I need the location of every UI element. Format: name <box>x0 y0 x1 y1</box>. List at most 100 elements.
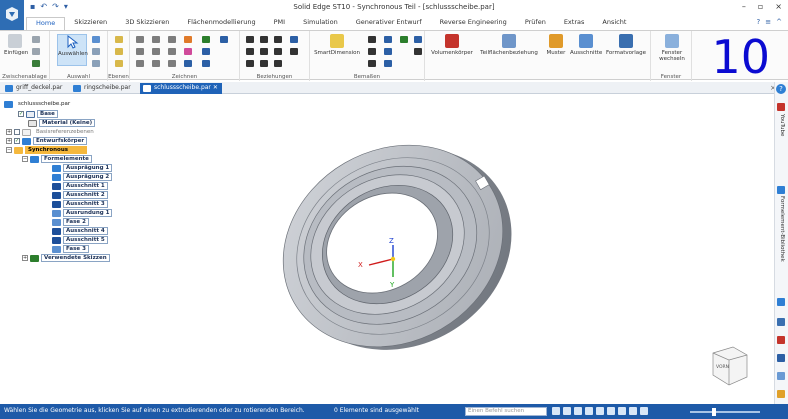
select-button[interactable]: Auswählen <box>57 34 88 66</box>
tab-ansicht[interactable]: Ansicht <box>593 17 635 30</box>
tree-feature-item[interactable]: Fase 2 <box>52 218 89 226</box>
tree-feature-item[interactable]: Fase 3 <box>52 245 89 253</box>
cutouts-button[interactable]: Ausschnitte <box>570 34 602 56</box>
relation-handle-icon[interactable] <box>290 36 298 43</box>
trim-icon[interactable] <box>202 36 210 43</box>
application-button[interactable] <box>0 0 24 30</box>
tree-feature-item[interactable]: Ausschnitt 5 <box>52 236 108 244</box>
command-search-input[interactable]: Einen Befehl suchen <box>465 407 547 416</box>
section-icon[interactable] <box>640 407 648 415</box>
rotate-icon[interactable] <box>202 60 210 67</box>
coincident-plane-icon[interactable] <box>115 48 123 55</box>
render-icon[interactable] <box>777 336 785 344</box>
point-icon[interactable] <box>152 60 160 67</box>
options-icon[interactable]: ≡ <box>765 18 771 26</box>
pattern-button[interactable]: Muster <box>544 34 568 56</box>
sketch-view-icon[interactable] <box>777 390 785 398</box>
rotate-view-icon[interactable] <box>585 407 593 415</box>
expand-toggle[interactable]: + <box>6 129 12 135</box>
expand-toggle[interactable]: + <box>22 255 28 261</box>
view-orientation-icon[interactable] <box>777 372 785 380</box>
smart-dimension-button[interactable]: SmartDimension <box>313 34 361 56</box>
tab-3d-skizzieren[interactable]: 3D Skizzieren <box>116 17 178 30</box>
tab-pruefen[interactable]: Prüfen <box>516 17 555 30</box>
tree-item-material[interactable]: Material (Keine) <box>28 119 96 127</box>
construction-icon[interactable] <box>184 60 192 67</box>
zoom-slider-handle[interactable] <box>712 408 716 416</box>
display-style-icon[interactable] <box>777 354 785 362</box>
symmetric-diameter-icon[interactable] <box>368 48 376 55</box>
expand-toggle[interactable]: + <box>6 138 12 144</box>
minimize-button[interactable]: – <box>742 2 746 11</box>
tree-item-base-refs[interactable]: + Basisreferenzebenen <box>6 128 97 136</box>
visibility-checkbox[interactable] <box>14 129 20 135</box>
fill-icon[interactable] <box>184 36 192 43</box>
part-model[interactable] <box>246 103 548 392</box>
library-icon[interactable] <box>777 186 785 194</box>
copy-icon[interactable] <box>32 48 40 55</box>
format-template-button[interactable]: Formatvorlage <box>604 34 648 56</box>
maximize-button[interactable]: ▫ <box>758 2 763 11</box>
fillet-icon[interactable] <box>168 60 176 67</box>
distance-between-icon[interactable] <box>368 36 376 43</box>
horizontal-vertical-icon[interactable] <box>246 48 254 55</box>
tree-item-used-sketches[interactable]: + Verwendete Skizzen <box>22 254 110 262</box>
tab-reverse-engineering[interactable]: Reverse Engineering <box>431 17 516 30</box>
tree-item-base[interactable]: ✓ Base <box>18 110 58 118</box>
dimension-group-icon[interactable] <box>384 60 392 67</box>
dimension-style-icon[interactable] <box>384 48 392 55</box>
tree-feature-item[interactable]: Ausschnitt 1 <box>52 182 108 190</box>
concentric-icon[interactable] <box>274 36 282 43</box>
face-relations-button[interactable]: Teilflächenbeziehung <box>478 34 540 56</box>
help-icon[interactable]: ? <box>776 84 786 94</box>
select-tools-icon[interactable] <box>92 36 100 43</box>
switch-window-button[interactable]: Fenster wechseln <box>654 34 690 62</box>
line-icon[interactable] <box>136 36 144 43</box>
tree-feature-item[interactable]: Ausschnitt 4 <box>52 227 108 235</box>
tree-feature-item[interactable]: Ausschnitt 2 <box>52 191 108 199</box>
zoom-icon[interactable] <box>563 407 571 415</box>
close-tab-icon[interactable]: ✕ <box>213 84 218 91</box>
close-button[interactable]: × <box>775 2 782 11</box>
parallel-plane-icon[interactable] <box>115 60 123 67</box>
parallel-icon[interactable] <box>274 60 282 67</box>
collapse-toggle[interactable]: − <box>6 147 12 153</box>
doc-tab-schlussscheibe[interactable]: schlussscheibe.par ✕ <box>140 83 222 94</box>
tab-generativer-entwurf[interactable]: Generativer Entwurf <box>347 17 431 30</box>
isometric-icon[interactable] <box>629 407 637 415</box>
views-icon[interactable] <box>618 407 626 415</box>
connect-icon[interactable] <box>246 36 254 43</box>
curve-icon[interactable] <box>168 36 176 43</box>
hide-icon[interactable] <box>92 48 100 55</box>
youtube-icon[interactable] <box>777 103 785 111</box>
pan-icon[interactable] <box>574 407 582 415</box>
tab-simulation[interactable]: Simulation <box>294 17 347 30</box>
help-icon[interactable]: ? <box>757 18 761 26</box>
tab-skizzieren[interactable]: Skizzieren <box>65 17 116 30</box>
doc-tab-ringscheibe[interactable]: ringscheibe.par <box>70 83 135 94</box>
view-cube[interactable]: VORN <box>712 346 748 386</box>
tab-flaechenmodellierung[interactable]: Flächenmodellierung <box>178 17 264 30</box>
ellipse-icon[interactable] <box>168 48 176 55</box>
lock-icon[interactable] <box>290 48 298 55</box>
tree-root[interactable]: schlussscheibe.par <box>4 100 73 108</box>
body-volume-button[interactable]: Volumenkörper <box>430 34 474 56</box>
chamfer-dimension-icon[interactable] <box>368 60 376 67</box>
equal-icon[interactable] <box>260 48 268 55</box>
format-painter-icon[interactable] <box>32 60 40 67</box>
graphics-viewport[interactable]: Z X Y VORN <box>145 95 773 403</box>
tree-feature-item[interactable]: Ausprägung 2 <box>52 173 113 181</box>
move-icon[interactable] <box>202 48 210 55</box>
tab-extras[interactable]: Extras <box>555 17 594 30</box>
zoom-slider[interactable] <box>690 411 760 413</box>
paste-button[interactable]: Einfügen <box>4 34 28 56</box>
tree-feature-item[interactable]: Ausprägung 1 <box>52 164 113 172</box>
tree-item-feature-group[interactable]: − Formelemente <box>22 155 92 163</box>
angle-between-icon[interactable] <box>384 36 392 43</box>
tree-item-design-body[interactable]: + ✓ Entwurfskörper <box>6 137 88 145</box>
edges-icon[interactable] <box>607 407 615 415</box>
polygon-icon[interactable] <box>152 48 160 55</box>
visibility-checkbox[interactable]: ✓ <box>18 111 24 117</box>
view-tool-icon[interactable] <box>777 298 785 306</box>
collapse-toggle[interactable]: − <box>22 156 28 162</box>
